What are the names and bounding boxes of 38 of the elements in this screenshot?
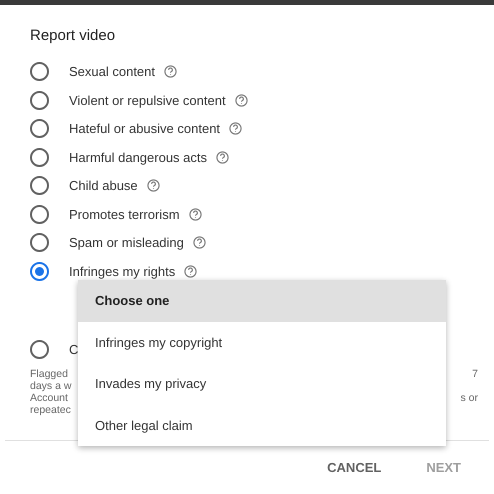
option-label[interactable]: Spam or misleading <box>69 233 184 252</box>
help-icon[interactable] <box>229 122 242 136</box>
radio-button[interactable] <box>30 148 49 167</box>
option-label[interactable]: Harmful dangerous acts <box>69 148 208 167</box>
help-icon[interactable] <box>188 208 202 221</box>
option-label[interactable]: Hateful or abusive content <box>69 119 220 138</box>
notice-text: days a w <box>30 380 72 392</box>
option-label[interactable]: Promotes terrorism <box>69 204 180 224</box>
menu-item[interactable]: Infringes my copyright <box>78 322 446 363</box>
notice-text: s or <box>460 392 478 404</box>
radio-button[interactable] <box>30 62 49 82</box>
notice-text: 7 <box>472 368 478 380</box>
help-icon[interactable] <box>184 264 198 278</box>
option-label[interactable]: Violent or repulsive content <box>69 90 226 110</box>
cancel-button[interactable]: CANCEL <box>327 458 382 477</box>
help-icon[interactable] <box>146 179 160 192</box>
option-label[interactable]: Child abuse <box>69 176 138 196</box>
help-icon[interactable] <box>234 94 248 107</box>
dialog-title: Report video <box>30 26 116 46</box>
help-icon[interactable] <box>164 65 178 78</box>
radio-button[interactable] <box>30 340 49 359</box>
menu-item[interactable]: Other legal claim <box>78 404 446 446</box>
radio-button[interactable] <box>30 204 49 224</box>
option-label[interactable]: C <box>69 340 78 360</box>
radio-button[interactable] <box>30 176 49 196</box>
notice-text: repeatec <box>30 404 71 416</box>
radio-button[interactable] <box>30 233 49 252</box>
menu-item[interactable]: Invades my privacy <box>78 363 446 404</box>
notice-text: Account <box>30 392 68 404</box>
radio-button[interactable] <box>30 119 49 138</box>
option-label[interactable]: Sexual content <box>69 62 156 82</box>
option-label[interactable]: Infringes my rights <box>69 262 176 281</box>
help-icon[interactable] <box>192 236 206 250</box>
notice-text: Flagged <box>30 368 68 380</box>
radio-button[interactable] <box>30 262 49 281</box>
menu-item[interactable]: Choose one <box>78 280 446 322</box>
radio-button[interactable] <box>30 90 49 110</box>
help-icon[interactable] <box>216 150 230 164</box>
